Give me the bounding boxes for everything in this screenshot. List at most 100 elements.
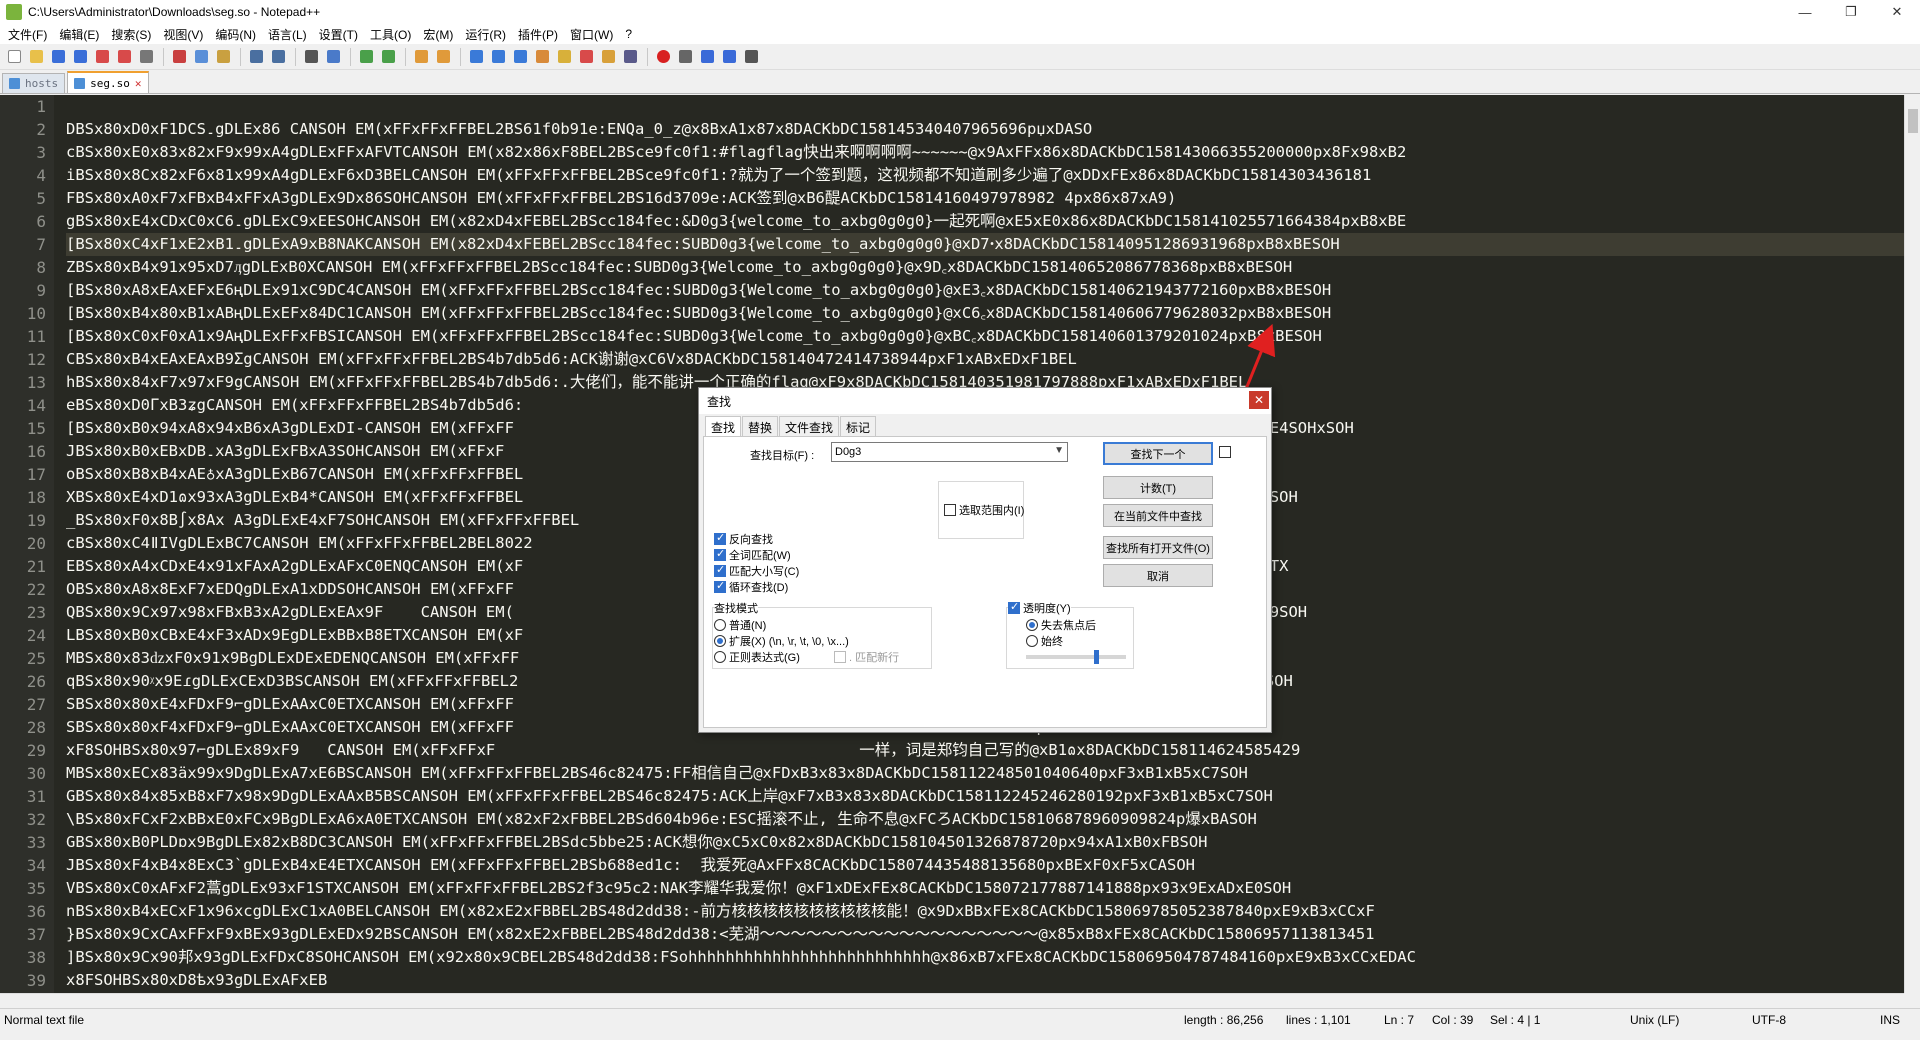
open-file-icon[interactable] <box>26 47 46 67</box>
radio[interactable] <box>714 619 726 631</box>
tab-hosts[interactable]: hosts <box>2 73 66 93</box>
copy-icon[interactable] <box>191 47 211 67</box>
line-number: 9 <box>36 281 46 300</box>
count-button[interactable]: 计数(T) <box>1103 476 1213 499</box>
monitoring-icon[interactable] <box>620 47 640 67</box>
tab-replace[interactable]: 替换 <box>742 416 779 438</box>
tab-close-icon[interactable]: ✕ <box>135 77 142 90</box>
word-wrap-icon[interactable] <box>466 47 486 67</box>
sync-vertical-icon[interactable] <box>411 47 431 67</box>
chevron-down-icon[interactable]: ▼ <box>1054 445 1064 456</box>
menu-macro[interactable]: 宏(M) <box>417 26 459 43</box>
transparency-checkbox[interactable]: 透明度(Y) <box>1008 600 1071 616</box>
run-macro-multiple-icon[interactable] <box>719 47 739 67</box>
menu-tools[interactable]: 工具(O) <box>364 26 417 43</box>
save-all-icon[interactable] <box>70 47 90 67</box>
zoom-out-icon[interactable] <box>378 47 398 67</box>
dot-newline-checkbox[interactable]: . 匹配新行 <box>834 649 899 665</box>
menu-view[interactable]: 视图(V) <box>157 26 209 43</box>
checkbox[interactable] <box>714 531 726 545</box>
cancel-button[interactable]: 取消 <box>1103 564 1213 587</box>
radio[interactable] <box>714 635 726 647</box>
menu-search[interactable]: 搜索(S) <box>105 26 157 43</box>
radio[interactable] <box>1026 635 1038 647</box>
match-case-checkbox[interactable]: 匹配大小写(C) <box>714 563 799 579</box>
whole-word-checkbox[interactable]: 全词匹配(W) <box>714 547 791 563</box>
udl-icon[interactable] <box>532 47 552 67</box>
save-icon[interactable] <box>48 47 68 67</box>
print-icon[interactable] <box>136 47 156 67</box>
zoom-in-icon[interactable] <box>356 47 376 67</box>
menu-file[interactable]: 文件(F) <box>2 26 53 43</box>
menu-edit[interactable]: 编辑(E) <box>53 26 105 43</box>
line-number: 27 <box>26 695 46 714</box>
close-all-icon[interactable] <box>114 47 134 67</box>
checkbox[interactable] <box>714 579 726 593</box>
mode-regex-radio[interactable]: 正则表达式(G) <box>714 649 800 665</box>
mode-extended-radio[interactable]: 扩展(X) (\n, \r, \t, \0, \x...) <box>714 633 849 649</box>
menu-bar: 文件(F) 编辑(E) 搜索(S) 视图(V) 编码(N) 语言(L) 设置(T… <box>0 24 1920 44</box>
menu-run[interactable]: 运行(R) <box>459 26 512 43</box>
vertical-scrollbar[interactable] <box>1904 95 1920 993</box>
replace-icon[interactable] <box>323 47 343 67</box>
on-lose-focus-radio[interactable]: 失去焦点后 <box>1026 617 1096 633</box>
always-radio[interactable]: 始终 <box>1026 633 1063 649</box>
in-selection-checkbox[interactable]: 选取范围内(I) <box>944 502 1024 518</box>
tab-find[interactable]: 查找 <box>705 416 742 438</box>
show-all-chars-icon[interactable] <box>488 47 508 67</box>
minimize-button[interactable]: — <box>1782 0 1828 24</box>
tab-find-in-files[interactable]: 文件查找 <box>779 416 840 438</box>
find-in-all-open-button[interactable]: 查找所有打开文件(O) <box>1103 536 1213 559</box>
close-file-icon[interactable] <box>92 47 112 67</box>
wrap-around-label: 循环查找(D) <box>729 582 789 594</box>
tab-mark[interactable]: 标记 <box>840 416 877 438</box>
direction-toggle[interactable] <box>1219 446 1234 458</box>
function-list-icon[interactable] <box>576 47 596 67</box>
save-macro-icon[interactable] <box>741 47 761 67</box>
wrap-around-checkbox[interactable]: 循环查找(D) <box>714 579 788 595</box>
new-file-icon[interactable] <box>4 47 24 67</box>
line-number: 5 <box>36 189 46 208</box>
play-macro-icon[interactable] <box>697 47 717 67</box>
find-in-current-button[interactable]: 在当前文件中查找 <box>1103 504 1213 527</box>
menu-settings[interactable]: 设置(T) <box>313 26 364 43</box>
checkbox[interactable] <box>834 651 846 663</box>
menu-plugins[interactable]: 插件(P) <box>512 26 564 43</box>
menu-window[interactable]: 窗口(W) <box>564 26 619 43</box>
record-macro-icon[interactable] <box>653 47 673 67</box>
checkbox[interactable] <box>1008 600 1020 614</box>
menu-encoding[interactable]: 编码(N) <box>209 26 262 43</box>
menu-language[interactable]: 语言(L) <box>262 26 313 43</box>
redo-icon[interactable] <box>268 47 288 67</box>
checkbox[interactable] <box>944 504 956 516</box>
transparency-slider[interactable] <box>1026 650 1126 664</box>
close-button[interactable]: ✕ <box>1874 0 1920 24</box>
undo-icon[interactable] <box>246 47 266 67</box>
tab-seg-so[interactable]: seg.so ✕ <box>67 71 149 93</box>
find-target-input[interactable]: D0g3 ▼ <box>831 442 1068 462</box>
stop-macro-icon[interactable] <box>675 47 695 67</box>
maximize-button[interactable]: ❐ <box>1828 0 1874 24</box>
slider-knob[interactable] <box>1094 650 1099 664</box>
dialog-close-button[interactable]: ✕ <box>1249 391 1269 409</box>
find-next-button[interactable]: 查找下一个 <box>1103 442 1213 465</box>
folder-workspace-icon[interactable] <box>598 47 618 67</box>
checkbox[interactable] <box>714 547 726 561</box>
indent-guide-icon[interactable] <box>510 47 530 67</box>
scrollbar-thumb[interactable] <box>1908 109 1918 133</box>
doc-map-icon[interactable] <box>554 47 574 67</box>
horizontal-scrollbar[interactable] <box>0 993 1904 1008</box>
sync-horizontal-icon[interactable] <box>433 47 453 67</box>
paste-icon[interactable] <box>213 47 233 67</box>
file-icon <box>9 78 20 89</box>
radio[interactable] <box>714 651 726 663</box>
insert-mode: INS <box>1880 1013 1901 1027</box>
menu-help[interactable]: ? <box>619 27 638 41</box>
radio[interactable] <box>1026 619 1038 631</box>
backward-checkbox[interactable]: 反向查找 <box>714 531 773 547</box>
mode-normal-radio[interactable]: 普通(N) <box>714 617 766 633</box>
find-icon[interactable] <box>301 47 321 67</box>
checkbox[interactable] <box>1219 446 1231 458</box>
cut-icon[interactable] <box>169 47 189 67</box>
checkbox[interactable] <box>714 563 726 577</box>
